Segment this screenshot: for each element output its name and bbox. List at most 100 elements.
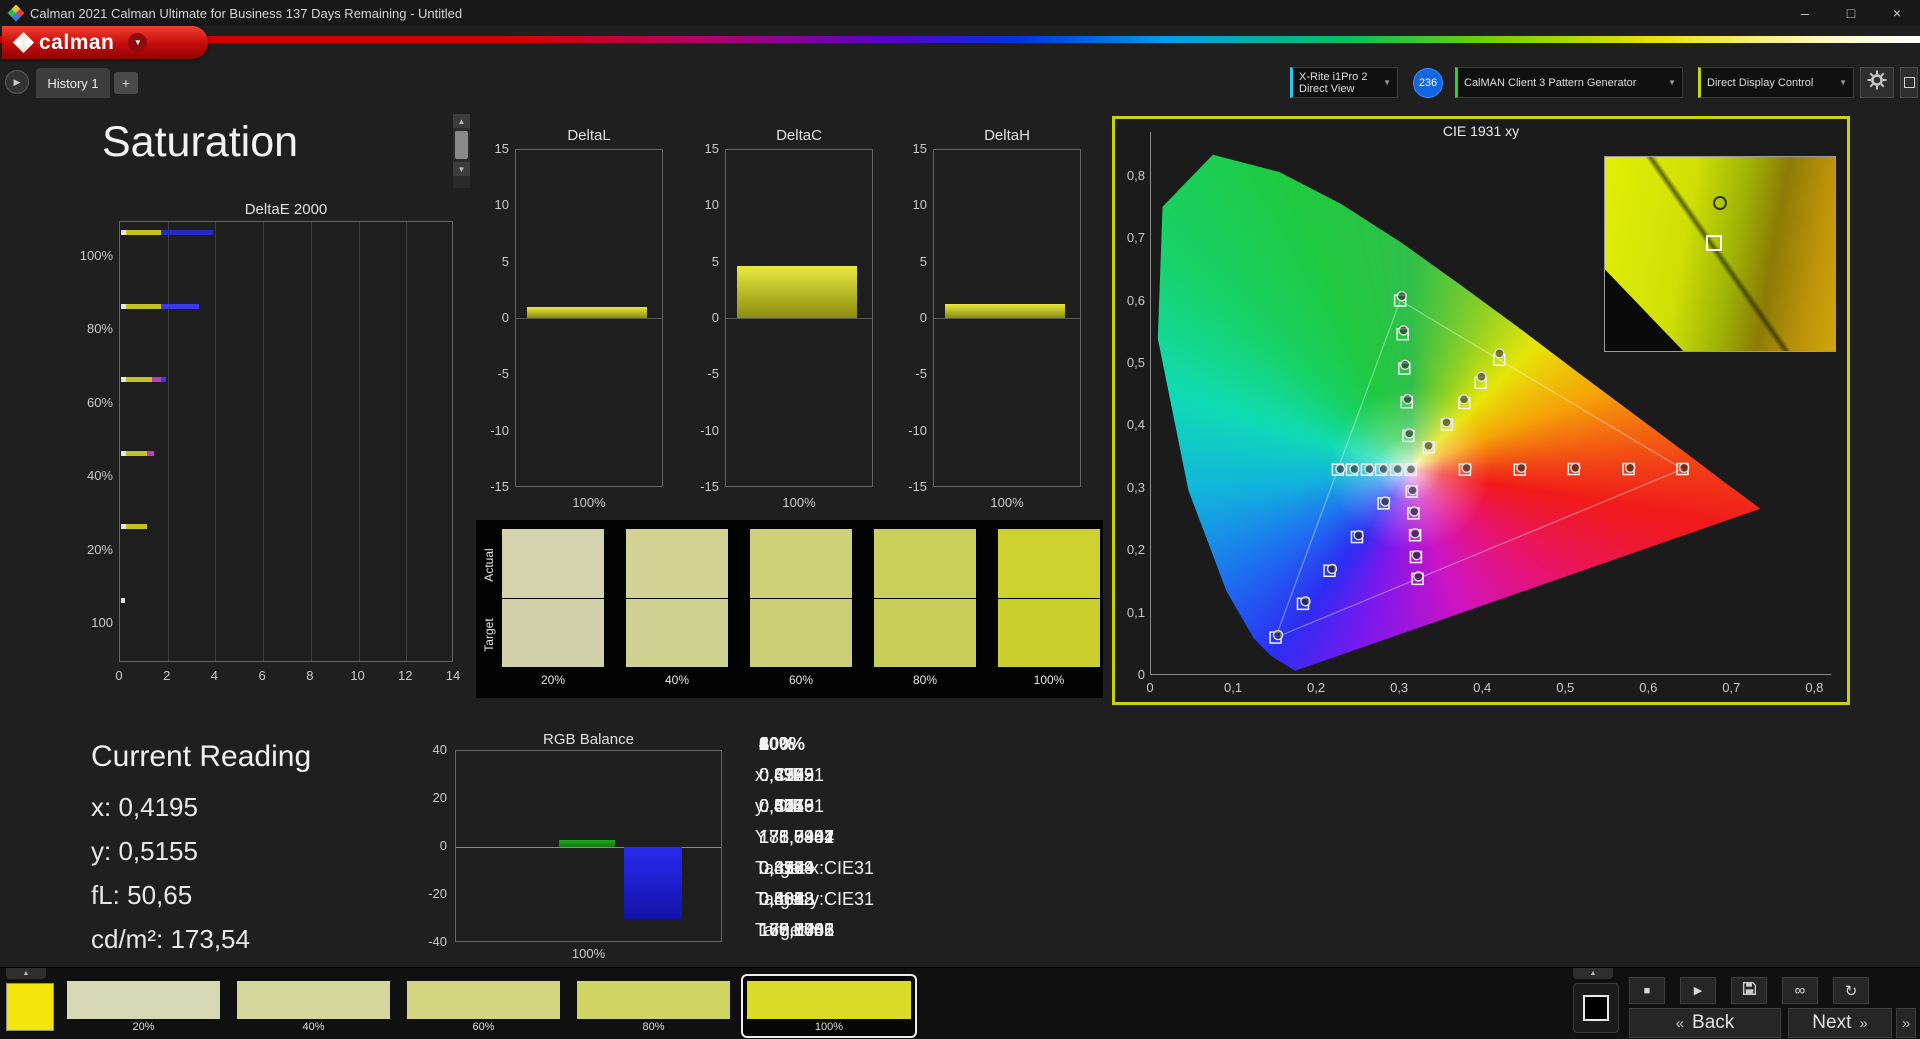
more-button[interactable]: »	[1896, 1008, 1916, 1038]
delta-zero-line	[515, 318, 663, 319]
swatch-column-label: 60%	[788, 673, 814, 687]
refresh-button[interactable]: ↻	[1833, 977, 1869, 1004]
page-title: Saturation	[102, 118, 299, 166]
actual-swatch	[874, 529, 976, 598]
next-button[interactable]: Next »	[1788, 1008, 1892, 1038]
meter-dropdown[interactable]: X-Rite i1Pro 2 Direct View ▼	[1290, 67, 1398, 98]
loop-button[interactable]: ∞	[1782, 977, 1818, 1004]
cie-measured-marker	[1409, 528, 1421, 539]
pattern-level-button-20%[interactable]: 20%	[63, 976, 224, 1036]
swatch-column-label: 40%	[664, 673, 690, 687]
tab-history-1[interactable]: History 1	[36, 68, 110, 98]
display-control-dropdown[interactable]: Direct Display Control ▼	[1698, 67, 1854, 98]
scroll-up-icon[interactable]: ▲	[453, 114, 470, 128]
cie-measured-marker	[1409, 506, 1420, 517]
pattern-level-button-100%[interactable]: 100%	[741, 974, 917, 1038]
table-header-cell: 100%	[759, 734, 806, 754]
stop-button[interactable]: ■	[1629, 977, 1665, 1004]
target-swatch	[998, 599, 1100, 667]
deltae-bar	[121, 230, 162, 235]
right-collapse-handle[interactable]: ▲	[1573, 968, 1613, 979]
cie-measured-marker	[1405, 464, 1417, 475]
pattern-level-button-40%[interactable]: 40%	[233, 976, 394, 1036]
deltae-x-tick: 0	[115, 668, 123, 683]
target-swatch	[626, 599, 728, 667]
rgb-bar-blue	[624, 847, 682, 919]
cie-measured-marker	[1272, 629, 1284, 641]
pattern-window-button[interactable]	[1573, 983, 1619, 1033]
cie-measured-marker	[1404, 428, 1415, 439]
chevrons-left-icon: «	[1675, 1014, 1685, 1032]
cie-measured-marker	[1353, 529, 1364, 541]
delta-bar	[945, 304, 1065, 318]
close-button[interactable]: ×	[1874, 0, 1920, 26]
deltae-row-label: 100	[91, 615, 113, 631]
play-button[interactable]: ▶	[1680, 977, 1716, 1004]
gear-icon	[1867, 70, 1887, 95]
maximize-button[interactable]: □	[1828, 0, 1874, 26]
cie-x-tick: 0	[1146, 680, 1154, 695]
inset-measured-marker	[1713, 195, 1728, 210]
bottom-bar: ▲ ▲ ■ ▶ ∞ ↻ « Back Next » » 20% 40% 60% …	[0, 967, 1920, 1039]
delta-chart-title: DeltaH	[984, 127, 1030, 144]
chevron-down-icon: ▼	[1839, 78, 1847, 87]
delta-y-tick: -5	[497, 366, 509, 382]
cie-x-tick: 0,1	[1224, 680, 1243, 695]
deltae-bar	[121, 303, 126, 309]
minimize-button[interactable]: –	[1782, 0, 1828, 26]
cie-y-tick: 0,8	[1126, 167, 1145, 183]
chevrons-right-icon: »	[1859, 1014, 1868, 1032]
rgb-y-tick: 0	[439, 838, 447, 853]
settings-button[interactable]	[1860, 67, 1894, 98]
calman-diamond-icon	[12, 31, 35, 54]
pattern-level-swatch	[577, 981, 730, 1019]
table-cell: 173,5437	[759, 827, 835, 847]
actual-swatch	[502, 529, 604, 598]
cie-measured-marker	[1570, 462, 1581, 473]
deltae-x-tick: 4	[210, 668, 219, 683]
cie-measured-marker	[1349, 463, 1360, 475]
delta-y-tick: 5	[711, 253, 719, 269]
actual-swatch	[998, 529, 1100, 598]
delta-y-tick: 15	[912, 141, 927, 156]
save-button[interactable]	[1731, 977, 1767, 1004]
delta-y-tick: -15	[700, 479, 719, 494]
add-tab-button[interactable]: +	[114, 72, 138, 94]
pattern-window-icon	[1583, 995, 1609, 1021]
deltae-x-tick: 14	[445, 668, 461, 683]
cie-measured-marker	[1516, 462, 1527, 473]
delta-y-tick: 10	[912, 197, 927, 213]
pattern-level-label: 100%	[814, 1021, 844, 1033]
deltae-x-tick: 10	[350, 668, 365, 683]
workflow-expand-button[interactable]: ▶	[5, 70, 29, 94]
pattern-level-swatch	[67, 981, 220, 1019]
pattern-level-button-60%[interactable]: 60%	[403, 976, 564, 1036]
layout-panel-button[interactable]	[1900, 67, 1918, 98]
cie-measured-marker	[1396, 290, 1408, 302]
charts-scrollbar[interactable]: ▲ ▼	[453, 114, 470, 188]
delta-y-tick: 0	[919, 310, 927, 325]
pattern-generator-label: CalMAN Client 3 Pattern Generator	[1464, 76, 1637, 89]
delta-y-tick: -15	[490, 479, 509, 494]
scroll-down-icon[interactable]: ▼	[453, 162, 470, 176]
delta-x-label: 100%	[990, 495, 1024, 510]
cie-y-tick: 0,5	[1126, 354, 1145, 370]
back-button-label: Back	[1692, 1012, 1735, 1033]
pattern-level-button-80%[interactable]: 80%	[573, 976, 734, 1036]
cie-measured-marker	[1326, 563, 1338, 575]
cie-measured-marker	[1392, 463, 1403, 475]
back-button[interactable]: « Back	[1629, 1008, 1781, 1038]
deltae-row-label: 40%	[86, 468, 113, 484]
delta-x-label: 100%	[782, 495, 816, 510]
current-reading-line: y: 0,5155	[91, 836, 198, 866]
delta-y-tick: -10	[700, 422, 719, 438]
cie-measured-marker	[1378, 463, 1389, 475]
calman-menu-button[interactable]: calman ▼	[2, 26, 208, 59]
scroll-thumb[interactable]	[455, 131, 468, 159]
delta-zero-line	[725, 318, 873, 319]
calman-logo-text: calman	[39, 30, 115, 54]
cie-measured-marker	[1398, 325, 1409, 336]
pattern-generator-dropdown[interactable]: CalMAN Client 3 Pattern Generator ▼	[1455, 67, 1683, 98]
rgb-y-tick: 40	[432, 742, 447, 757]
left-collapse-handle[interactable]: ▲	[6, 968, 46, 979]
